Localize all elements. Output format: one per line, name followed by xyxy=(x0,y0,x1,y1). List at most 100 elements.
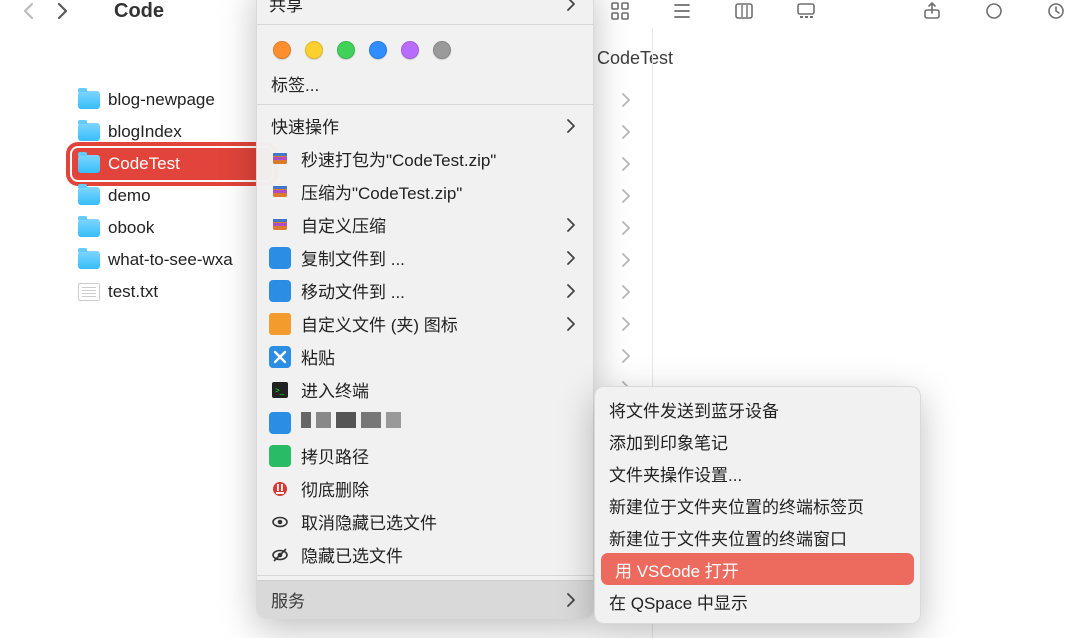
tag-color-dot[interactable] xyxy=(401,41,419,59)
list-icon xyxy=(672,1,692,21)
submenu-item[interactable]: 在 QSpace 中显示 xyxy=(595,585,920,617)
file-label: obook xyxy=(108,218,154,238)
chevron-right-icon xyxy=(612,148,640,180)
breadcrumb-title: Code xyxy=(114,0,164,23)
submenu-item[interactable]: 将文件发送到蓝牙设备 xyxy=(595,393,920,425)
view-list-button[interactable] xyxy=(666,0,698,22)
menu-item-icon xyxy=(269,412,291,434)
tag-icon xyxy=(984,1,1004,21)
menu-item-icon xyxy=(269,544,291,566)
chevron-right-icon xyxy=(612,244,640,276)
back-button[interactable] xyxy=(14,0,46,22)
file-label: demo xyxy=(108,186,151,206)
tag-color-dot[interactable] xyxy=(433,41,451,59)
menu-item-icon xyxy=(269,148,291,170)
menu-item[interactable]: 拷贝路径 xyxy=(257,439,593,472)
chevron-right-icon xyxy=(563,217,579,233)
svg-text:>_: >_ xyxy=(275,386,285,395)
chevron-right-icon xyxy=(612,340,640,372)
chevron-right-icon xyxy=(563,316,579,332)
menu-item-label: 取消隐藏已选文件 xyxy=(301,509,579,534)
chevron-right-icon xyxy=(612,308,640,340)
menu-item-label: 彻底删除 xyxy=(301,476,579,501)
document-icon xyxy=(78,283,100,301)
chevron-right-icon xyxy=(612,84,640,116)
menu-item-icon xyxy=(269,313,291,335)
submenu-item[interactable]: 新建位于文件夹位置的终端窗口 xyxy=(595,521,920,553)
file-row[interactable]: obook xyxy=(72,212,272,244)
submenu-item[interactable]: 添加到印象笔记 xyxy=(595,425,920,457)
menu-item[interactable]: 自定义压缩 xyxy=(257,208,593,241)
submenu-item[interactable]: 文件夹操作设置... xyxy=(595,457,920,489)
file-list: blog-newpage blogIndex CodeTest demo obook wh… xyxy=(72,84,272,308)
menu-item-label: 粘贴 xyxy=(301,344,579,369)
menu-item[interactable] xyxy=(257,406,593,439)
view-column-button[interactable] xyxy=(728,0,760,22)
submenu-item[interactable]: 新建位于文件夹位置的终端标签页 xyxy=(595,489,920,521)
menu-separator xyxy=(257,104,593,105)
chevron-right-icon xyxy=(563,0,579,12)
menu-item-icon xyxy=(269,346,291,368)
menu-item[interactable]: 彻底删除 xyxy=(257,472,593,505)
tag-color-dot[interactable] xyxy=(337,41,355,59)
menu-tags[interactable]: 标签... xyxy=(257,67,593,100)
menu-share[interactable]: 共享 xyxy=(257,0,593,20)
menu-item[interactable]: 秒速打包为"CodeTest.zip" xyxy=(257,142,593,175)
menu-item-label: 进入终端 xyxy=(301,377,579,402)
view-icons-button[interactable] xyxy=(604,0,636,22)
menu-item[interactable]: 自定义文件 (夹) 图标 xyxy=(257,307,593,340)
action-button[interactable] xyxy=(1040,0,1072,22)
menu-item[interactable]: 移动文件到 ... xyxy=(257,274,593,307)
chevron-right-icon xyxy=(563,283,579,299)
folder-icon xyxy=(78,155,100,173)
folder-icon xyxy=(78,251,100,269)
menu-item[interactable]: 粘贴 xyxy=(257,340,593,373)
tag-color-dot[interactable] xyxy=(305,41,323,59)
menu-item-label: 隐藏已选文件 xyxy=(301,542,579,567)
menu-item[interactable]: 复制文件到 ... xyxy=(257,241,593,274)
file-row[interactable]: CodeTest xyxy=(72,148,272,180)
menu-label: 共享 xyxy=(269,0,563,16)
view-gallery-button[interactable] xyxy=(790,0,822,22)
menu-label: 快速操作 xyxy=(271,113,563,138)
file-row[interactable]: what-to-see-wxa xyxy=(72,244,272,276)
folder-icon xyxy=(78,91,100,109)
menu-item-icon xyxy=(269,478,291,500)
action-icon xyxy=(1046,1,1066,21)
menu-item[interactable]: 隐藏已选文件 xyxy=(257,538,593,571)
menu-item-icon xyxy=(269,445,291,467)
folder-icon xyxy=(78,123,100,141)
column-title: CodeTest xyxy=(597,48,673,69)
menu-item-label xyxy=(301,412,579,433)
menu-item[interactable]: 压缩为"CodeTest.zip" xyxy=(257,175,593,208)
share-button[interactable] xyxy=(916,0,948,22)
file-row[interactable]: demo xyxy=(72,180,272,212)
tag-button[interactable] xyxy=(978,0,1010,22)
file-label: CodeTest xyxy=(108,154,180,174)
tag-color-dot[interactable] xyxy=(273,41,291,59)
file-label: what-to-see-wxa xyxy=(108,250,233,270)
menu-item-icon: >_ xyxy=(269,379,291,401)
file-row[interactable]: blog-newpage xyxy=(72,84,272,116)
tag-color-dot[interactable] xyxy=(369,41,387,59)
menu-services[interactable]: 服务 xyxy=(257,580,593,618)
menu-item-icon xyxy=(269,247,291,269)
menu-quick-actions[interactable]: 快速操作 xyxy=(257,109,593,142)
file-label: test.txt xyxy=(108,282,158,302)
submenu-item[interactable]: 用 VSCode 打开 xyxy=(601,553,914,585)
menu-item[interactable]: >_ 进入终端 xyxy=(257,373,593,406)
file-label: blogIndex xyxy=(108,122,182,142)
menu-label: 服务 xyxy=(271,587,305,612)
menu-item[interactable]: 取消隐藏已选文件 xyxy=(257,505,593,538)
menu-item-icon xyxy=(269,511,291,533)
file-row[interactable]: test.txt xyxy=(72,276,272,308)
forward-button[interactable] xyxy=(46,0,78,22)
chevron-right-icon xyxy=(612,116,640,148)
chevron-right-icon xyxy=(612,212,640,244)
file-row[interactable]: blogIndex xyxy=(72,116,272,148)
columns-icon xyxy=(734,1,754,21)
chevron-right-icon xyxy=(563,118,579,134)
gallery-icon xyxy=(796,1,816,21)
folder-icon xyxy=(78,187,100,205)
menu-item-icon xyxy=(269,181,291,203)
